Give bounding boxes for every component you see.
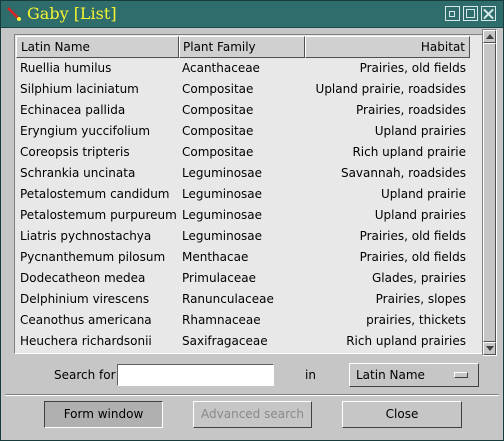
cell-habitat: Prairies, old fields <box>359 61 466 75</box>
cell-habitat: Rich upland prairies <box>346 334 466 348</box>
search-label: Search for <box>54 368 116 382</box>
list-rows: Ruellia humilus Acanthaceae Prairies, old … <box>16 58 470 352</box>
cell-latin-name: Ceanothus americana <box>20 313 152 327</box>
table-row[interactable]: Petalostemum purpureum Leguminosae Upland … <box>16 205 470 226</box>
cell-habitat: Upland prairie <box>380 187 466 201</box>
title-bar[interactable]: Gaby [List] <box>1 1 503 28</box>
form-window-button[interactable]: Form window <box>44 401 163 428</box>
cell-plant-family: Compositae <box>182 82 254 96</box>
divider <box>5 394 499 396</box>
window-title: Gaby [List] <box>27 4 117 23</box>
cell-habitat: Glades, prairies <box>371 271 466 285</box>
cell-plant-family: Primulaceae <box>182 271 256 285</box>
cell-habitat: prairies, thickets <box>366 313 466 327</box>
cell-plant-family: Compositae <box>182 145 254 159</box>
gaby-list-window: Gaby [List] Latin Name Plant Family Habi… <box>0 0 504 441</box>
advanced-search-button[interactable]: Advanced search <box>193 401 312 428</box>
cell-latin-name: Liatris pychnostachya <box>20 229 152 243</box>
table-row[interactable]: Ruellia humilus Acanthaceae Prairies, old … <box>16 58 470 79</box>
arrow-down-icon <box>486 346 494 351</box>
vertical-scrollbar[interactable] <box>482 29 497 356</box>
cell-plant-family: Leguminosae <box>182 208 263 222</box>
table-row[interactable]: Ceanothus americana Rhamnaceae prairies, t… <box>16 310 470 331</box>
cell-latin-name: Coreopsis tripteris <box>20 145 130 159</box>
scrollbar-thumb[interactable] <box>483 43 496 342</box>
cell-latin-name: Petalostemum candidum <box>20 187 170 201</box>
in-label: in <box>305 368 316 382</box>
cell-plant-family: Rhamnaceae <box>182 313 261 327</box>
table-row[interactable]: Schrankia uncinata Leguminosae Savannah, r… <box>16 163 470 184</box>
column-header-latin-name[interactable]: Latin Name <box>16 36 179 58</box>
arrow-up-icon <box>486 34 494 39</box>
cell-habitat: Prairies, slopes <box>375 292 466 306</box>
cell-latin-name: Heuchera richardsonii <box>20 334 152 348</box>
table-row[interactable]: Eryngium yuccifolium Compositae Upland pra… <box>16 121 470 142</box>
cell-habitat: Prairies, old fields <box>359 229 466 243</box>
cell-plant-family: Ranunculaceae <box>182 292 274 306</box>
cell-habitat: Upland prairie, roadsides <box>315 82 466 96</box>
table-row[interactable]: Liatris pychnostachya Leguminosae Prairies… <box>16 226 470 247</box>
close-window-button[interactable] <box>481 6 496 21</box>
search-input[interactable] <box>117 364 274 386</box>
cell-habitat: Rich upland prairie <box>352 145 466 159</box>
cell-latin-name: Pycnanthemum pilosum <box>20 250 166 264</box>
cell-latin-name: Silphium laciniatum <box>20 82 139 96</box>
search-field-selected: Latin Name <box>356 368 425 382</box>
table-row[interactable]: Pycnanthemum pilosum Menthacae Prairies, o… <box>16 247 470 268</box>
cell-plant-family: Saxifragaceae <box>182 334 268 348</box>
table-row[interactable]: Petalostemum candidum Leguminosae Upland p… <box>16 184 470 205</box>
minimize-button[interactable] <box>445 6 460 21</box>
option-menu-indicator-icon <box>454 372 468 378</box>
cell-plant-family: Menthacae <box>182 250 249 264</box>
cell-plant-family: Compositae <box>182 124 254 138</box>
cell-latin-name: Petalostemum purpureum <box>20 208 177 222</box>
scroll-down-button[interactable] <box>483 342 496 355</box>
table-row[interactable]: Dodecatheon medea Primulaceae Glades, prai… <box>16 268 470 289</box>
cell-plant-family: Acanthaceae <box>182 61 260 75</box>
table-row[interactable]: Delphinium virescens Ranunculaceae Prairie… <box>16 289 470 310</box>
table-row[interactable]: Silphium laciniatum Compositae Upland prai… <box>16 79 470 100</box>
table-row[interactable]: Coreopsis tripteris Compositae Rich upland… <box>16 142 470 163</box>
app-icon[interactable] <box>6 6 22 22</box>
cell-latin-name: Ruellia humilus <box>20 61 112 75</box>
cell-habitat: Prairies, roadsides <box>356 103 466 117</box>
cell-latin-name: Dodecatheon medea <box>20 271 146 285</box>
column-header-habitat[interactable]: Habitat <box>305 36 470 58</box>
cell-latin-name: Eryngium yuccifolium <box>20 124 151 138</box>
cell-habitat: Upland prairies <box>374 124 466 138</box>
scroll-up-button[interactable] <box>483 30 496 43</box>
cell-latin-name: Echinacea pallida <box>20 103 126 117</box>
cell-plant-family: Leguminosae <box>182 187 263 201</box>
search-field-select[interactable]: Latin Name <box>349 363 479 387</box>
column-header-plant-family[interactable]: Plant Family <box>179 36 305 58</box>
cell-plant-family: Leguminosae <box>182 229 263 243</box>
cell-latin-name: Schrankia uncinata <box>20 166 136 180</box>
maximize-icon <box>466 9 475 18</box>
cell-plant-family: Compositae <box>182 103 254 117</box>
table-row[interactable]: Heuchera richardsonii Saxifragaceae Rich u… <box>16 331 470 352</box>
cell-latin-name: Delphinium virescens <box>20 292 150 306</box>
cell-habitat: Savannah, roadsides <box>340 166 466 180</box>
cell-habitat: Upland prairies <box>374 208 466 222</box>
close-button[interactable]: Close <box>342 401 462 428</box>
maximize-button[interactable] <box>463 6 478 21</box>
minimize-icon <box>449 11 455 17</box>
cell-plant-family: Leguminosae <box>182 166 263 180</box>
cell-habitat: Prairies, old fields <box>359 250 466 264</box>
table-row[interactable]: Echinacea pallida Compositae Prairies, roa… <box>16 100 470 121</box>
plant-list[interactable]: Latin Name Plant Family Habitat Ruellia … <box>14 34 483 354</box>
